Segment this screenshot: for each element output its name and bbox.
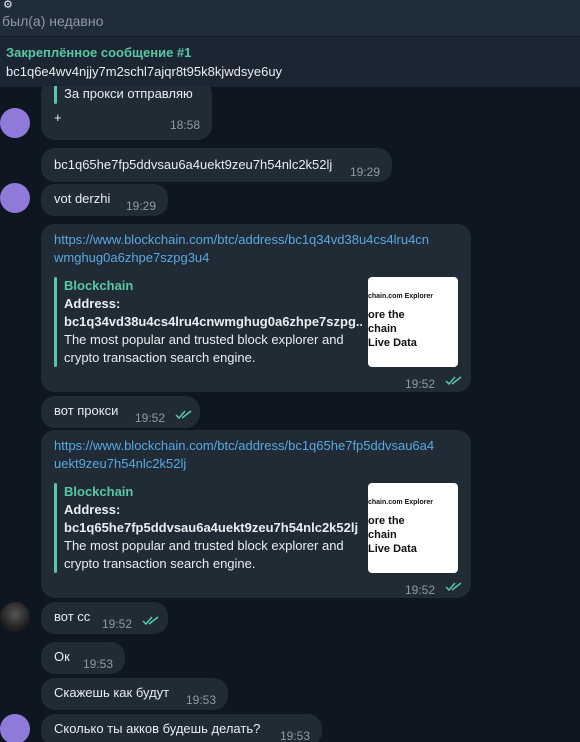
message-text: + <box>54 110 62 125</box>
preview-description: The most popular and trusted block explo… <box>64 538 344 553</box>
message-bubble[interactable]: вот сс 19:52 <box>41 602 168 634</box>
preview-address-label: Address: <box>64 502 121 517</box>
avatar[interactable] <box>0 108 30 138</box>
message-time: 19:53 <box>186 693 217 707</box>
message-time: 19:29 <box>126 199 157 213</box>
preview-title: Blockchain <box>64 484 134 499</box>
message-text: bc1q65he7fp5ddvsau6a4uekt9zeu7h54nlc2k52… <box>54 157 333 172</box>
preview-description: The most popular and trusted block explo… <box>64 332 344 347</box>
preview-thumbnail[interactable]: chain.com Explorer ore the chain Live Da… <box>368 483 458 573</box>
message-text: Ок <box>54 649 70 664</box>
message-text: vot derzhi <box>54 191 111 206</box>
message-bubble[interactable]: Сколько ты акков будешь делать? 19:53 <box>41 714 322 742</box>
pinned-text: bc1q6e4wv4njjy7m2schl7ajqr8t95k8kjwdsye6… <box>6 64 283 79</box>
thumbnail-caption: chain.com Explorer <box>368 499 433 506</box>
reply-bar <box>54 86 57 104</box>
double-check-icon <box>175 410 192 420</box>
preview-description: crypto transaction search engine. <box>64 350 256 365</box>
message-time: 19:53 <box>83 657 114 671</box>
message-link[interactable]: https://www.blockchain.com/btc/address/b… <box>54 231 429 249</box>
pinned-title: Закреплённое сообщение #1 <box>6 45 192 60</box>
chat-history[interactable]: За прокси отправляю + 18:58 bc1q65he7fp5… <box>0 86 580 742</box>
message-text: вот сс <box>54 609 91 624</box>
preview-address: bc1q65he7fp5ddvsau6a4uekt9zeu7h54nlc2k52… <box>64 520 359 535</box>
pinned-message-bar[interactable]: Закреплённое сообщение #1 bc1q6e4wv4njjy… <box>0 36 580 87</box>
preview-title: Blockchain <box>64 278 134 293</box>
message-time: 19:29 <box>350 165 381 179</box>
message-time: 18:58 <box>170 118 201 132</box>
avatar[interactable] <box>0 602 30 632</box>
double-check-icon <box>142 616 159 626</box>
double-check-icon <box>445 376 462 386</box>
message-link[interactable]: https://www.blockchain.com/btc/address/b… <box>54 437 434 455</box>
message-text: За прокси отправляю <box>64 86 193 101</box>
thumbnail-caption: chain.com Explorer <box>368 293 433 300</box>
thumbnail-text: Live Data <box>368 543 417 555</box>
preview-thumbnail[interactable]: chain.com Explorer ore the chain Live Da… <box>368 277 458 367</box>
message-text: вот прокси <box>54 403 119 418</box>
message-link[interactable]: wmghug0a6zhpe7szpg3u4 <box>54 249 209 267</box>
link-preview-message[interactable]: https://www.blockchain.com/btc/address/b… <box>41 224 471 392</box>
message-time: 19:52 <box>405 377 436 391</box>
last-seen-status: был(а) недавно <box>2 13 104 29</box>
thumbnail-text: Live Data <box>368 337 417 349</box>
preview-description: crypto transaction search engine. <box>64 556 256 571</box>
link-preview-message[interactable]: https://www.blockchain.com/btc/address/b… <box>41 430 471 598</box>
preview-address: bc1q34vd38u4cs4lru4cnwmghug0a6zhpe7szpg.… <box>64 314 362 329</box>
avatar[interactable] <box>0 714 30 742</box>
message-bubble[interactable]: vot derzhi 19:29 <box>41 184 168 216</box>
message-bubble[interactable]: вот прокси 19:52 <box>41 396 200 428</box>
message-text: Скажешь как будут <box>54 685 170 700</box>
message-text: Сколько ты акков будешь делать? <box>54 721 261 736</box>
chat-header: ⚙ был(а) недавно <box>0 0 580 36</box>
preview-bar <box>54 277 57 367</box>
message-time: 19:53 <box>280 729 311 742</box>
avatar[interactable] <box>0 183 30 213</box>
double-check-icon <box>445 582 462 592</box>
message-time: 19:52 <box>102 617 133 631</box>
preview-address-label: Address: <box>64 296 121 311</box>
message-time: 19:52 <box>135 411 166 425</box>
preview-bar <box>54 483 57 573</box>
message-time: 19:52 <box>405 583 436 597</box>
message-bubble[interactable]: Ок 19:53 <box>41 642 125 674</box>
message-bubble[interactable]: Скажешь как будут 19:53 <box>41 678 228 710</box>
message-bubble[interactable]: За прокси отправляю + 18:58 <box>41 86 212 140</box>
message-bubble[interactable]: bc1q65he7fp5ddvsau6a4uekt9zeu7h54nlc2k52… <box>41 148 392 182</box>
cog-icon[interactable]: ⚙ <box>3 0 13 11</box>
message-link[interactable]: uekt9zeu7h54nlc2k52lj <box>54 455 186 473</box>
